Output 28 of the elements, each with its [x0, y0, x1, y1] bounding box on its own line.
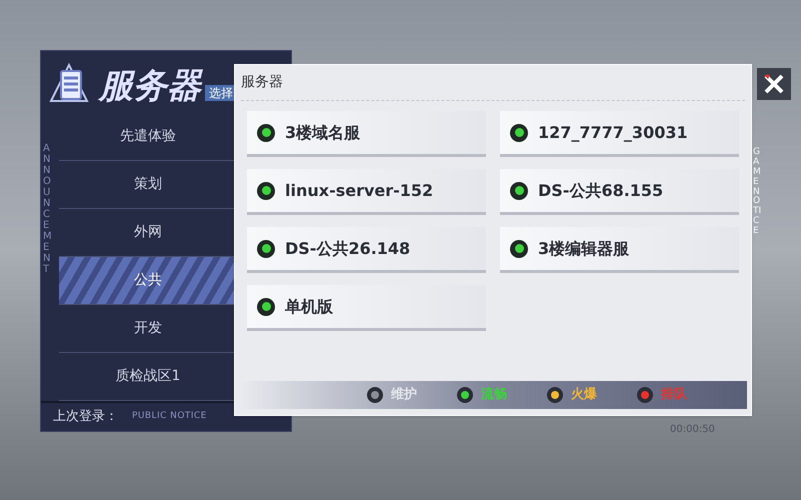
close-button[interactable]: [757, 68, 791, 100]
server-name: 单机版: [285, 296, 333, 318]
server-name: 3楼域名服: [285, 122, 360, 144]
server-card[interactable]: 127_7777_30031: [500, 111, 739, 157]
panel-title: 服务器: [241, 73, 283, 92]
footer-caption: PUBLIC NOTICE: [132, 410, 207, 424]
server-card[interactable]: linux-server-152: [247, 169, 486, 215]
panel-heading: 服务器: [99, 68, 201, 103]
legend-label: 排队: [661, 386, 687, 404]
server-card[interactable]: DS-公共26.148: [247, 227, 486, 273]
side-caption: GAME NOTICE: [753, 148, 762, 238]
legend-label: 火爆: [571, 386, 597, 404]
server-card[interactable]: 单机版: [247, 285, 486, 331]
server-card[interactable]: 3楼编辑器服: [500, 227, 739, 273]
last-login-label: 上次登录：: [53, 408, 118, 426]
server-name: DS-公共68.155: [538, 180, 664, 202]
server-card[interactable]: DS-公共68.155: [500, 169, 739, 215]
server-name: 127_7777_30031: [538, 122, 688, 144]
server-name: 3楼编辑器服: [538, 238, 630, 260]
side-caption: ANNOUNCEMENT: [43, 142, 53, 275]
server-name: linux-server-152: [285, 180, 434, 202]
title-tag: 选择: [205, 84, 237, 101]
server-card[interactable]: 3楼域名服: [247, 111, 486, 157]
legend-label: 流畅: [481, 386, 507, 404]
close-icon: [762, 73, 786, 95]
server-name: DS-公共26.148: [285, 238, 410, 260]
legend-label: 维护: [391, 386, 417, 404]
category-tab[interactable]: 公共: [59, 256, 237, 305]
